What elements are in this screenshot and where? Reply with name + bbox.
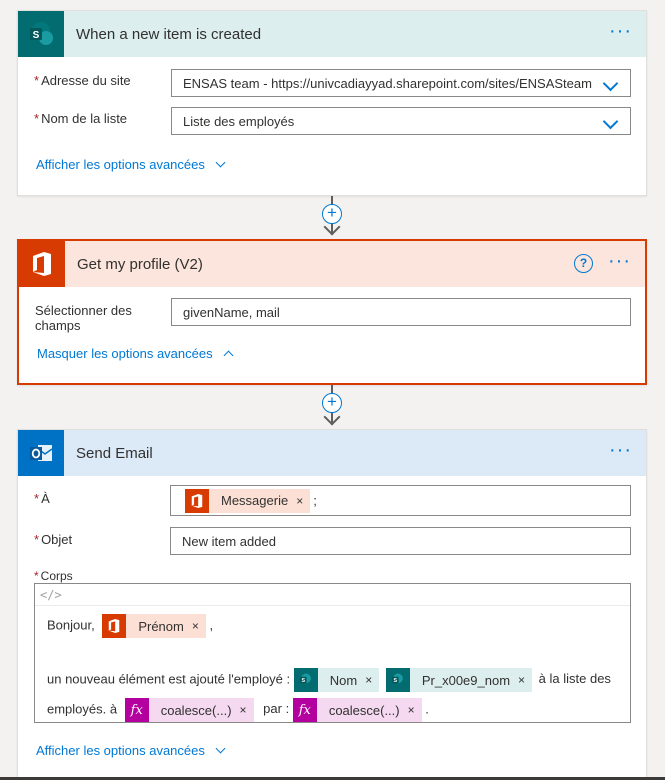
trigger-card: S When a new item is created ··· * Adress… [17,10,647,196]
to-input[interactable]: Messagerie × ; [170,485,631,516]
send-email-header[interactable]: Send Email ··· [18,430,646,476]
profile-title: Get my profile (V2) [77,255,203,273]
trigger-more-icon[interactable]: ··· [609,21,632,41]
body-line-1: Bonjour, Prénom × , [47,614,213,638]
office-365-icon [185,488,209,513]
send-email-card: Send Email ··· * À Messagerie × ; * Objet … [17,429,647,780]
prenom-field-token[interactable]: S Pr_x00e9_nom × [385,668,533,692]
code-view-icon[interactable]: </> [35,584,630,606]
remove-token-icon[interactable]: × [192,619,206,633]
select-fields-input[interactable]: givenName, mail [171,298,631,326]
list-name-dropdown[interactable]: Liste des employés [171,107,631,135]
site-address-dropdown[interactable]: ENSAS team - https://univcadiayyad.share… [171,69,631,97]
prenom-token[interactable]: Prénom × [102,614,206,638]
to-label: * À [34,491,50,506]
sharepoint-icon: S [18,11,64,57]
site-address-label: * Adresse du site [34,73,131,88]
remove-token-icon[interactable]: × [240,703,254,717]
site-address-value: ENSAS team - https://univcadiayyad.share… [183,75,592,91]
list-name-value: Liste des employés [183,113,295,129]
body-line-2: un nouveau élément est ajouté l'employé … [47,668,611,692]
remove-token-icon[interactable]: × [365,673,379,687]
remove-token-icon[interactable]: × [518,673,532,687]
office-365-icon [19,241,65,287]
remove-token-icon[interactable]: × [408,703,422,717]
select-fields-label: Sélectionner des champs [35,303,132,333]
help-icon[interactable]: ? [574,254,593,273]
chevron-down-icon[interactable] [602,113,619,130]
messagerie-token[interactable]: Messagerie × [185,488,311,513]
profile-card: Get my profile (V2) ? ··· Sélectionner d… [17,239,647,385]
profile-header[interactable]: Get my profile (V2) ? ··· [19,241,645,287]
svg-text:S: S [393,678,397,684]
select-fields-value: givenName, mail [183,304,280,320]
step-connector: + [322,196,342,240]
chevron-down-icon [215,157,226,168]
svg-text:S: S [301,678,305,684]
chevron-up-icon [223,350,234,361]
remove-token-icon[interactable]: × [296,494,310,508]
chevron-down-icon[interactable] [602,75,619,92]
body-line-3: employés. à fx coalesce(...) × par : fx … [47,698,429,722]
function-icon: fx [124,698,149,722]
trigger-header[interactable]: S When a new item is created ··· [18,11,646,57]
show-advanced-options-link[interactable]: Afficher les options avancées [36,157,226,172]
body-editor[interactable]: </> Bonjour, Prénom × , un nouveau éléme… [34,583,631,723]
nom-token[interactable]: S Nom × [293,668,380,692]
subject-label: * Objet [34,532,73,547]
body-label: * Corps [34,569,73,583]
step-connector: + [322,385,342,430]
sharepoint-icon: S [385,668,410,692]
subject-input[interactable]: New item added [170,527,631,555]
profile-more-icon[interactable]: ··· [608,251,631,271]
show-advanced-options-link[interactable]: Afficher les options avancées [36,743,226,758]
office-365-icon [102,614,127,638]
chevron-down-icon [215,743,226,754]
send-email-more-icon[interactable]: ··· [609,440,632,460]
outlook-icon [18,430,64,476]
hide-advanced-options-link[interactable]: Masquer les options avancées [37,346,234,361]
subject-value: New item added [182,533,276,549]
coalesce-expression-token[interactable]: fx coalesce(...) × [124,698,254,722]
sharepoint-icon: S [293,668,318,692]
function-icon: fx [292,698,317,722]
coalesce-expression-token[interactable]: fx coalesce(...) × [292,698,422,722]
trigger-title: When a new item is created [76,25,262,43]
to-separator: ; [313,493,317,508]
svg-text:S: S [33,30,40,41]
send-email-title: Send Email [76,444,153,462]
list-name-label: * Nom de la liste [34,111,128,126]
